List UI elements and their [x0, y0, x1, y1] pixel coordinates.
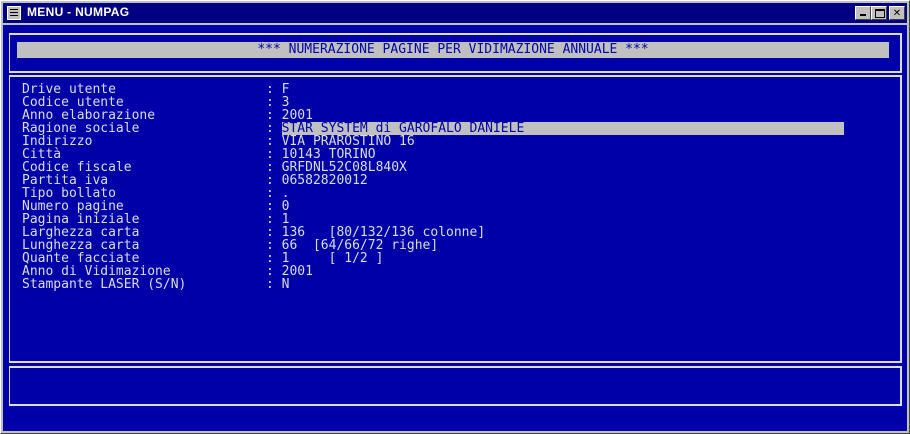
field-row: Stampante LASER (S/N): N [22, 278, 289, 291]
field-value[interactable]: 06582820012 [282, 173, 368, 188]
maximize-button[interactable] [871, 6, 887, 20]
field-row: Ragione sociale: STAR SYSTEM di GAROFALO… [22, 122, 844, 135]
console-area[interactable]: *** NUMERAZIONE PAGINE PER VIDIMAZIONE A… [3, 25, 907, 431]
app-menu-icon[interactable] [7, 6, 21, 20]
form-frame: Drive utente: F Codice utente: 3 Anno el… [9, 75, 902, 363]
field-label: Stampante LASER (S/N) [22, 277, 187, 292]
field-value[interactable]: N [282, 277, 290, 292]
message-frame [9, 366, 902, 406]
window-title: MENU - NUMPAG [27, 5, 130, 19]
minimize-button[interactable] [855, 6, 871, 20]
field-separator: : [266, 277, 274, 292]
close-button[interactable] [889, 6, 905, 20]
title-bar[interactable]: MENU - NUMPAG [3, 3, 907, 23]
screen-title: *** NUMERAZIONE PAGINE PER VIDIMAZIONE A… [17, 42, 889, 58]
console-window: MENU - NUMPAG *** NUMERAZIONE PAGINE PER… [0, 0, 910, 434]
